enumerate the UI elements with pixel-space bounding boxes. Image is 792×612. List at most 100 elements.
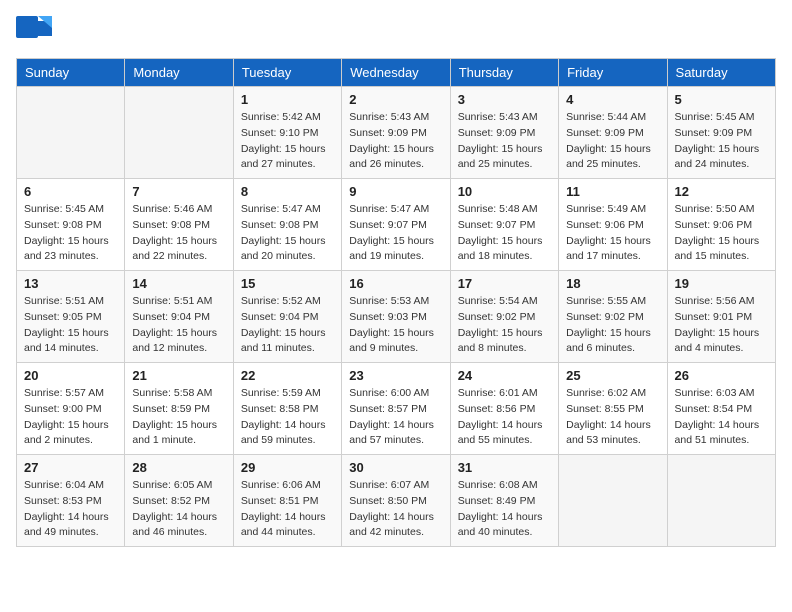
day-info: Sunrise: 5:59 AM Sunset: 8:58 PM Dayligh…: [241, 386, 334, 449]
day-info: Sunrise: 6:02 AM Sunset: 8:55 PM Dayligh…: [566, 386, 659, 449]
day-info: Sunrise: 5:45 AM Sunset: 9:08 PM Dayligh…: [24, 202, 117, 265]
calendar-cell: 28Sunrise: 6:05 AM Sunset: 8:52 PM Dayli…: [125, 455, 233, 547]
calendar-cell: [667, 455, 775, 547]
day-info: Sunrise: 5:53 AM Sunset: 9:03 PM Dayligh…: [349, 294, 442, 357]
day-number: 17: [458, 276, 551, 291]
day-number: 18: [566, 276, 659, 291]
calendar-cell: [125, 87, 233, 179]
weekday-header: Saturday: [667, 59, 775, 87]
day-number: 11: [566, 184, 659, 199]
calendar-cell: 10Sunrise: 5:48 AM Sunset: 9:07 PM Dayli…: [450, 179, 558, 271]
day-info: Sunrise: 5:55 AM Sunset: 9:02 PM Dayligh…: [566, 294, 659, 357]
calendar-week-row: 27 Sunrise: 6:04 AM Sunset: 8:53 PM Dayli…: [17, 455, 776, 547]
day-info: Sunrise: 5:47 AM Sunset: 9:07 PM Dayligh…: [349, 202, 442, 265]
day-info: Sunrise: 5:43 AM Sunset: 9:09 PM Dayligh…: [349, 110, 442, 173]
calendar-cell: 6 Sunrise: 5:45 AM Sunset: 9:08 PM Daylig…: [17, 179, 125, 271]
day-info: Sunrise: 6:04 AM Sunset: 8:53 PM Dayligh…: [24, 478, 117, 541]
weekday-header: Wednesday: [342, 59, 450, 87]
day-info: Sunrise: 5:51 AM Sunset: 9:04 PM Dayligh…: [132, 294, 225, 357]
day-number: 14: [132, 276, 225, 291]
day-info: Sunrise: 5:44 AM Sunset: 9:09 PM Dayligh…: [566, 110, 659, 173]
weekday-header: Monday: [125, 59, 233, 87]
calendar-week-row: 13 Sunrise: 5:51 AM Sunset: 9:05 PM Dayli…: [17, 271, 776, 363]
calendar-cell: 2 Sunrise: 5:43 AM Sunset: 9:09 PM Daylig…: [342, 87, 450, 179]
weekday-row: SundayMondayTuesdayWednesdayThursdayFrid…: [17, 59, 776, 87]
day-number: 12: [675, 184, 768, 199]
day-info: Sunrise: 6:03 AM Sunset: 8:54 PM Dayligh…: [675, 386, 768, 449]
day-number: 21: [132, 368, 225, 383]
calendar-cell: 23 Sunrise: 6:00 AM Sunset: 8:57 PM Dayli…: [342, 363, 450, 455]
day-number: 29: [241, 460, 334, 475]
day-info: Sunrise: 5:46 AM Sunset: 9:08 PM Dayligh…: [132, 202, 225, 265]
page-header: [16, 16, 776, 46]
day-info: Sunrise: 6:00 AM Sunset: 8:57 PM Dayligh…: [349, 386, 442, 449]
calendar-header: SundayMondayTuesdayWednesdayThursdayFrid…: [17, 59, 776, 87]
calendar-cell: 29Sunrise: 6:06 AM Sunset: 8:51 PM Dayli…: [233, 455, 341, 547]
calendar-cell: 15Sunrise: 5:52 AM Sunset: 9:04 PM Dayli…: [233, 271, 341, 363]
day-info: Sunrise: 5:49 AM Sunset: 9:06 PM Dayligh…: [566, 202, 659, 265]
calendar-cell: 17Sunrise: 5:54 AM Sunset: 9:02 PM Dayli…: [450, 271, 558, 363]
calendar-cell: 9 Sunrise: 5:47 AM Sunset: 9:07 PM Daylig…: [342, 179, 450, 271]
day-number: 5: [675, 92, 768, 107]
day-number: 4: [566, 92, 659, 107]
day-number: 13: [24, 276, 117, 291]
calendar-week-row: 20 Sunrise: 5:57 AM Sunset: 9:00 PM Dayli…: [17, 363, 776, 455]
calendar-cell: 12 Sunrise: 5:50 AM Sunset: 9:06 PM Dayli…: [667, 179, 775, 271]
day-number: 24: [458, 368, 551, 383]
calendar-cell: 20 Sunrise: 5:57 AM Sunset: 9:00 PM Dayli…: [17, 363, 125, 455]
day-info: Sunrise: 5:42 AM Sunset: 9:10 PM Dayligh…: [241, 110, 334, 173]
day-number: 19: [675, 276, 768, 291]
day-number: 20: [24, 368, 117, 383]
day-number: 3: [458, 92, 551, 107]
logo: [16, 16, 56, 46]
calendar-cell: 14 Sunrise: 5:51 AM Sunset: 9:04 PM Dayli…: [125, 271, 233, 363]
day-info: Sunrise: 5:51 AM Sunset: 9:05 PM Dayligh…: [24, 294, 117, 357]
day-number: 27: [24, 460, 117, 475]
day-number: 9: [349, 184, 442, 199]
day-info: Sunrise: 5:43 AM Sunset: 9:09 PM Dayligh…: [458, 110, 551, 173]
day-info: Sunrise: 6:01 AM Sunset: 8:56 PM Dayligh…: [458, 386, 551, 449]
day-number: 1: [241, 92, 334, 107]
calendar-cell: 19 Sunrise: 5:56 AM Sunset: 9:01 PM Dayli…: [667, 271, 775, 363]
logo-icon: [16, 16, 52, 46]
calendar-week-row: 6 Sunrise: 5:45 AM Sunset: 9:08 PM Daylig…: [17, 179, 776, 271]
day-info: Sunrise: 5:58 AM Sunset: 8:59 PM Dayligh…: [132, 386, 225, 449]
calendar-cell: 8 Sunrise: 5:47 AM Sunset: 9:08 PM Daylig…: [233, 179, 341, 271]
calendar-cell: 30Sunrise: 6:07 AM Sunset: 8:50 PM Dayli…: [342, 455, 450, 547]
calendar-cell: 5 Sunrise: 5:45 AM Sunset: 9:09 PM Daylig…: [667, 87, 775, 179]
calendar-cell: 16Sunrise: 5:53 AM Sunset: 9:03 PM Dayli…: [342, 271, 450, 363]
day-number: 23: [349, 368, 442, 383]
day-info: Sunrise: 5:56 AM Sunset: 9:01 PM Dayligh…: [675, 294, 768, 357]
day-number: 7: [132, 184, 225, 199]
day-info: Sunrise: 5:47 AM Sunset: 9:08 PM Dayligh…: [241, 202, 334, 265]
calendar-cell: 21 Sunrise: 5:58 AM Sunset: 8:59 PM Dayli…: [125, 363, 233, 455]
day-number: 2: [349, 92, 442, 107]
day-info: Sunrise: 5:57 AM Sunset: 9:00 PM Dayligh…: [24, 386, 117, 449]
day-number: 10: [458, 184, 551, 199]
calendar-cell: 13 Sunrise: 5:51 AM Sunset: 9:05 PM Dayli…: [17, 271, 125, 363]
calendar-cell: 1 Sunrise: 5:42 AM Sunset: 9:10 PM Daylig…: [233, 87, 341, 179]
day-number: 31: [458, 460, 551, 475]
calendar-cell: 27 Sunrise: 6:04 AM Sunset: 8:53 PM Dayli…: [17, 455, 125, 547]
calendar-cell: 3 Sunrise: 5:43 AM Sunset: 9:09 PM Daylig…: [450, 87, 558, 179]
calendar-cell: 7 Sunrise: 5:46 AM Sunset: 9:08 PM Daylig…: [125, 179, 233, 271]
day-number: 26: [675, 368, 768, 383]
calendar-cell: 31 Sunrise: 6:08 AM Sunset: 8:49 PM Dayli…: [450, 455, 558, 547]
day-info: Sunrise: 5:50 AM Sunset: 9:06 PM Dayligh…: [675, 202, 768, 265]
day-info: Sunrise: 6:07 AM Sunset: 8:50 PM Dayligh…: [349, 478, 442, 541]
weekday-header: Friday: [559, 59, 667, 87]
calendar-cell: [559, 455, 667, 547]
calendar-cell: 25Sunrise: 6:02 AM Sunset: 8:55 PM Dayli…: [559, 363, 667, 455]
weekday-header: Sunday: [17, 59, 125, 87]
calendar-cell: 22 Sunrise: 5:59 AM Sunset: 8:58 PM Dayli…: [233, 363, 341, 455]
day-info: Sunrise: 5:45 AM Sunset: 9:09 PM Dayligh…: [675, 110, 768, 173]
calendar-cell: 11 Sunrise: 5:49 AM Sunset: 9:06 PM Dayli…: [559, 179, 667, 271]
day-number: 8: [241, 184, 334, 199]
calendar-cell: 4 Sunrise: 5:44 AM Sunset: 9:09 PM Daylig…: [559, 87, 667, 179]
calendar-body: 1 Sunrise: 5:42 AM Sunset: 9:10 PM Daylig…: [17, 87, 776, 547]
calendar-cell: [17, 87, 125, 179]
day-number: 6: [24, 184, 117, 199]
day-info: Sunrise: 6:08 AM Sunset: 8:49 PM Dayligh…: [458, 478, 551, 541]
day-number: 22: [241, 368, 334, 383]
day-info: Sunrise: 6:05 AM Sunset: 8:52 PM Dayligh…: [132, 478, 225, 541]
